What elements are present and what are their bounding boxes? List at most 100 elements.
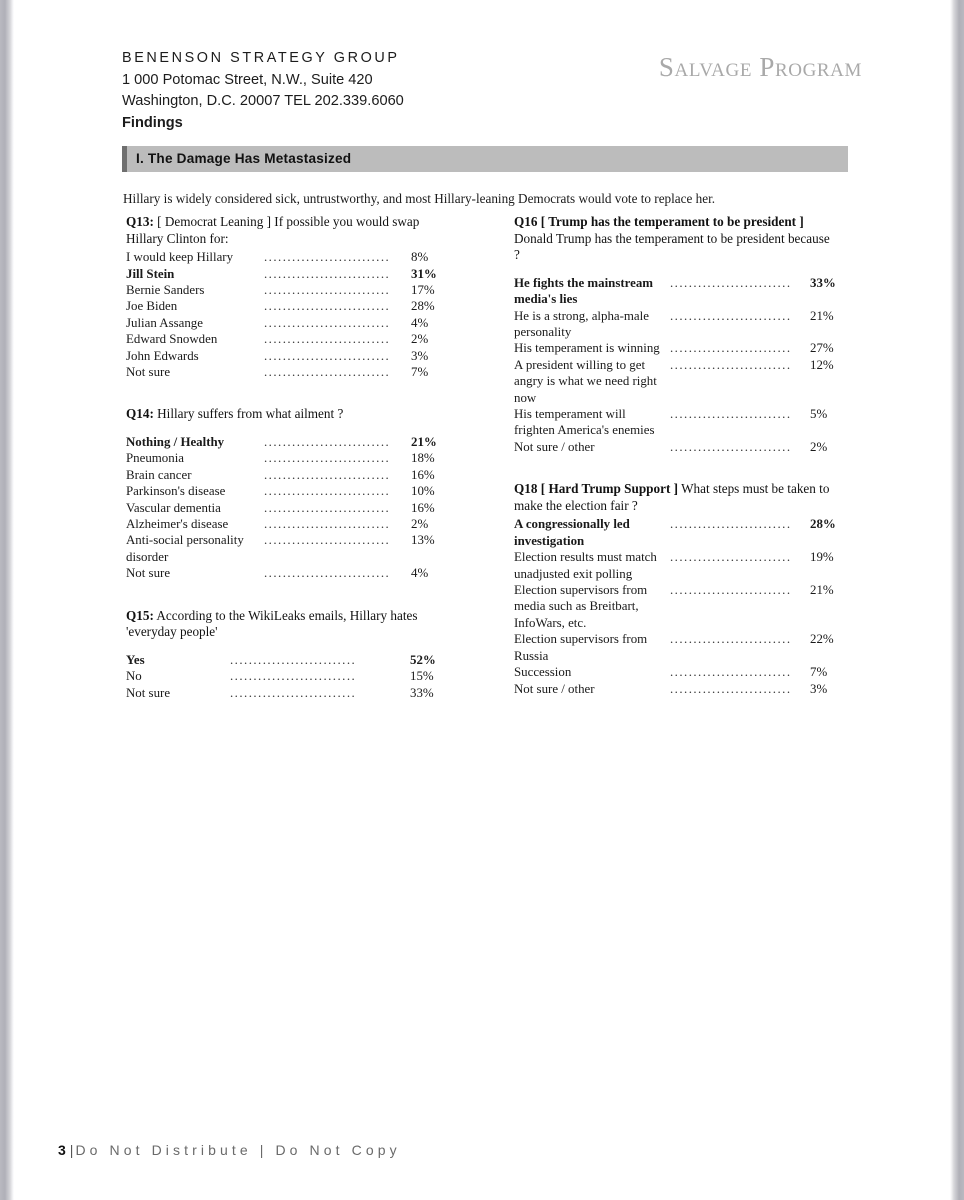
- dot-leader: [264, 434, 390, 450]
- answer-row: Yes 52%: [126, 652, 442, 668]
- firm-address-line-2: Washington, D.C. 20007 TEL 202.339.6060: [122, 93, 404, 110]
- document-header: BENENSON STRATEGY GROUP 1 000 Potomac St…: [122, 48, 862, 138]
- answer-percentage: 13%: [411, 533, 435, 548]
- answer-label: I would keep Hillary: [126, 250, 234, 265]
- answer-percentage: 5%: [810, 407, 828, 422]
- dot-leader: [264, 331, 390, 347]
- question-prompt-q14: Hillary suffers from what ailment ?: [153, 406, 344, 422]
- answer-percentage: 22%: [810, 632, 834, 647]
- dot-leader: [264, 266, 390, 282]
- answer-percentage: 16%: [411, 467, 435, 482]
- answer-label: Bernie Sanders: [126, 283, 205, 297]
- answer-percentage: 17%: [411, 283, 435, 297]
- dot-leader: [670, 549, 790, 565]
- question-code-q16: Q16: [514, 214, 538, 229]
- question-block-q18: Q18 [ Hard Trump Support ] What steps mu…: [514, 481, 836, 697]
- answer-percentage: 3%: [411, 348, 429, 363]
- question-heading-q16: Q16 [ Trump has the temperament to be pr…: [514, 214, 832, 264]
- section-intro-text: Hillary is widely considered sick, untru…: [123, 191, 716, 206]
- question-code-q14: Q14:: [126, 406, 154, 422]
- question-heading-q13: Q13: [ Democrat Leaning ] If possible yo…: [126, 214, 442, 247]
- answer-rows-q14: Nothing / Healthy21%Pneumonia18%Brain ca…: [126, 434, 442, 582]
- footer-notice-text: Do Not Distribute | Do Not Copy: [75, 1142, 401, 1158]
- dot-leader: [230, 685, 354, 701]
- answer-row: Alzheimer's disease 2%: [126, 516, 442, 532]
- dot-leader: [230, 668, 354, 684]
- answer-label: Not sure / other: [514, 439, 595, 454]
- answer-row: Joe Biden 28%: [126, 298, 442, 314]
- answer-row: Anti-social personality disorder 13%: [126, 532, 442, 565]
- answer-percentage: 16%: [411, 500, 435, 515]
- dot-leader: [264, 500, 390, 516]
- answer-percentage: 21%: [810, 583, 834, 598]
- document-type-label: Findings: [122, 114, 183, 131]
- answer-percentage: 28%: [810, 517, 836, 532]
- answer-percentage: 15%: [410, 669, 434, 684]
- answer-percentage: 19%: [810, 550, 834, 565]
- answer-percentage: 18%: [411, 451, 435, 466]
- answer-label: Not sure: [126, 685, 171, 700]
- answer-label: Election results must match unadjusted e…: [514, 550, 657, 581]
- dot-leader: [670, 275, 790, 291]
- answer-label: Alzheimer's disease: [126, 517, 229, 532]
- dot-leader: [670, 681, 790, 697]
- answer-percentage: 33%: [810, 275, 836, 290]
- answer-label: He fights the mainstream media's lies: [514, 275, 654, 307]
- page-number: 3: [58, 1142, 66, 1158]
- dot-leader: [670, 664, 790, 680]
- dot-leader: [264, 467, 390, 483]
- question-block-q14: Q14: Hillary suffers from what ailment ?…: [126, 406, 442, 581]
- answer-row: Not sure 4%: [126, 565, 442, 581]
- answer-row: A congressionally led investigation 28%: [514, 516, 836, 549]
- dot-leader: [264, 249, 390, 265]
- answer-row: He fights the mainstream media's lies 33%: [514, 275, 836, 308]
- answer-row: He is a strong, alpha-male personality 21…: [514, 308, 834, 341]
- answer-rows-q18: A congressionally led investigation 28% El…: [514, 516, 836, 697]
- question-bracket-q18: [ Hard Trump Support ]: [537, 481, 679, 497]
- program-title: Salvage Program: [658, 52, 862, 82]
- answer-label: Anti-social personality disorder: [126, 533, 244, 564]
- answer-row: Parkinson's disease 10%: [126, 483, 442, 499]
- question-prompt-q15: According to the WikiLeaks emails, Hilla…: [126, 607, 418, 640]
- answer-row: No 15%: [126, 668, 442, 684]
- question-bracket-q16: [ Trump has the temperament to be presid…: [537, 214, 804, 229]
- question-prompt-q16: Donald Trump has the temperament to be p…: [514, 230, 830, 263]
- answer-row: Brain cancer 16%: [126, 467, 442, 483]
- answer-row: Election supervisors from Russia 22%: [514, 631, 834, 664]
- answer-percentage: 8%: [411, 250, 429, 265]
- answer-label: His temperament will frighten America's …: [514, 407, 655, 438]
- dot-leader: [670, 357, 790, 373]
- answer-row: A president willing to get angry is what…: [514, 357, 834, 406]
- answer-label: John Edwards: [126, 348, 199, 363]
- answer-row: Election results must match unadjusted e…: [514, 549, 834, 582]
- answer-label: Not sure / other: [514, 681, 595, 696]
- answer-label: Vascular dementia: [126, 500, 221, 515]
- answer-rows-q16: He fights the mainstream media's lies 33%…: [514, 275, 836, 455]
- answer-row: Not sure / other 2%: [514, 439, 832, 455]
- answer-row: Pneumonia 18%: [126, 450, 442, 466]
- answer-percentage: 10%: [411, 484, 435, 499]
- dot-leader: [264, 282, 390, 298]
- dot-leader: [670, 582, 790, 598]
- question-code-q15: Q15:: [126, 607, 154, 623]
- left-column: Q13: [ Democrat Leaning ] If possible yo…: [126, 214, 442, 701]
- answer-row: Nothing / Healthy 21%: [126, 434, 442, 450]
- answer-row: His temperament will frighten America's …: [514, 406, 832, 439]
- answer-row: Not sure 7%: [126, 364, 442, 380]
- answer-row: His temperament is winning 27%: [514, 340, 834, 356]
- answer-percentage: 33%: [410, 685, 434, 700]
- answer-label: Parkinson's disease: [126, 484, 226, 499]
- question-block-q15: Q15: According to the WikiLeaks emails, …: [126, 608, 442, 701]
- answer-label: Election supervisors from media such as …: [514, 583, 648, 630]
- heading-spacer: [126, 425, 442, 434]
- answer-row: Vascular dementia 16%: [126, 500, 442, 516]
- answer-row: Julian Assange 4%: [126, 315, 442, 331]
- answer-label: Yes: [126, 652, 145, 667]
- question-block-q13: Q13: [ Democrat Leaning ] If possible yo…: [126, 214, 442, 380]
- dot-leader: [264, 532, 390, 548]
